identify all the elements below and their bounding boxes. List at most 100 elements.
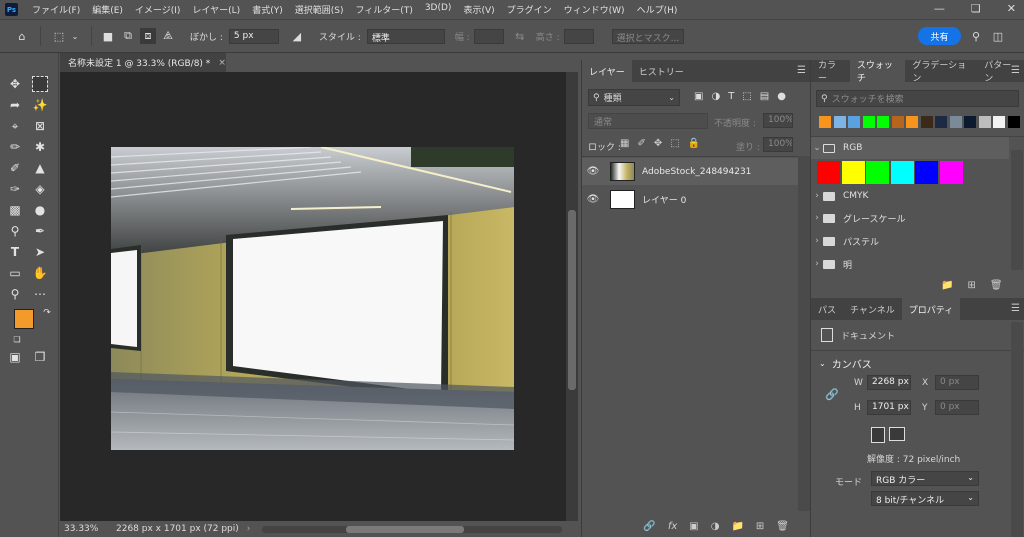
menu-item[interactable]: 書式(Y) [246,3,289,16]
canvas-image[interactable] [111,147,514,450]
more-tools-icon[interactable]: ⋯ [32,286,48,302]
swatch-group-light[interactable]: › 明 [811,253,1009,275]
visibility-eye-icon[interactable]: 👁 [582,194,604,205]
properties-scrollbar[interactable] [1011,322,1023,537]
new-selection-icon[interactable]: ■ [100,28,116,44]
new-group-icon[interactable]: 📁 [941,280,953,291]
swatch[interactable] [877,116,889,128]
blend-mode-select[interactable]: 通常 [588,113,708,129]
swatch-group-cmyk[interactable]: › CMYK [811,185,1009,207]
canvas-y-input[interactable]: 0 px [935,400,979,415]
minimize-icon[interactable]: — [934,2,945,15]
new-swatch-icon[interactable]: ⊞ [967,280,975,291]
group-icon[interactable]: 📁 [731,521,743,532]
canvas-x-input[interactable]: 0 px [935,375,979,390]
adjustment-layer-icon[interactable]: ◑ [711,521,720,532]
menu-item[interactable]: 選択範囲(S) [289,3,350,16]
close-tab-icon[interactable]: × [218,58,226,68]
pixel-filter-icon[interactable]: ▣ [694,91,703,102]
panel-menu-icon[interactable]: ☰ [797,65,806,76]
layer-row[interactable]: 👁 レイヤー 0 [582,186,798,213]
tab-color[interactable]: カラー [811,60,850,84]
default-colors-icon[interactable]: ❏ [9,331,25,347]
swatch[interactable] [817,161,840,184]
blur-icon[interactable]: ● [32,202,48,218]
menu-item[interactable]: 3D(D) [419,3,458,16]
link-dimensions-icon[interactable]: 🔗 [825,388,839,401]
move-icon[interactable]: ✥ [7,76,23,92]
brush-icon[interactable]: ✐ [7,160,23,176]
new-layer-icon[interactable]: ⊞ [756,521,764,532]
menu-item[interactable]: ウィンドウ(W) [558,3,631,16]
menu-item[interactable]: イメージ(I) [129,3,187,16]
swatch[interactable] [920,116,933,128]
filter-toggle-icon[interactable]: ● [777,91,786,102]
vertical-scrollbar-thumb[interactable] [568,210,576,390]
lock-move-icon[interactable]: ✥ [654,138,662,149]
swatch[interactable] [819,116,831,128]
hand-icon[interactable]: ✋ [32,265,48,281]
style-select[interactable]: 標準 [366,28,445,44]
swatch[interactable] [848,116,860,128]
swatch[interactable] [906,116,918,128]
panel-menu-icon[interactable]: ☰ [1011,303,1020,314]
screen-mode-icon[interactable]: ❐ [32,349,48,365]
swatch[interactable] [993,116,1005,128]
swatch[interactable] [939,161,963,184]
swatch[interactable] [1007,116,1020,128]
swatch[interactable] [866,161,889,184]
swatch-search-input[interactable]: ⚲ スウォッチを検索 [816,90,1019,107]
marquee-preset-icon[interactable]: ⬚ [51,28,67,44]
lock-artboard-icon[interactable]: ⬚ [670,138,679,149]
fx-icon[interactable]: fx [668,521,677,532]
rectangle-icon[interactable]: ▭ [7,265,23,281]
trash-icon[interactable]: 🗑 [990,280,1003,291]
subtract-selection-icon[interactable]: ⧈ [140,28,156,44]
swatch[interactable] [964,116,976,128]
add-mask-icon[interactable]: ▣ [689,521,698,532]
intersect-selection-icon[interactable]: ⧌ [160,28,176,44]
link-layers-icon[interactable]: 🔗 [643,521,655,532]
tab-properties[interactable]: プロパティ [901,298,961,320]
canvas-width-input[interactable]: 2268 px [867,375,911,390]
share-button[interactable]: 共有 [918,27,961,45]
zoom-icon[interactable]: ⚲ [7,286,23,302]
fill-input[interactable]: 100% [763,137,793,152]
lasso-icon[interactable]: ➦ [7,97,23,113]
lock-all-icon[interactable]: 🔒 [688,138,700,149]
width-input[interactable] [473,28,504,44]
select-and-mask-button[interactable]: 選択とマスク... [611,28,684,44]
swatch[interactable] [978,116,991,128]
swap-icon[interactable]: ⇆ [512,28,528,44]
swatch[interactable] [935,116,947,128]
menu-item[interactable]: プラグイン [501,3,558,16]
zoom-level[interactable]: 33.33% [64,524,110,534]
swatch[interactable] [862,116,875,128]
canvas-section-header[interactable]: ⌄ カンバス [819,356,872,371]
home-icon[interactable]: ⌂ [14,28,30,44]
menu-item[interactable]: 表示(V) [457,3,500,16]
swatch[interactable] [915,161,938,184]
restore-icon[interactable]: ❏ [971,2,981,15]
menu-item[interactable]: レイヤー(L) [186,3,246,16]
gradient-icon[interactable]: ▩ [7,202,23,218]
height-input[interactable] [563,28,594,44]
swatch[interactable] [890,161,914,184]
path-select-icon[interactable]: ➤ [32,244,48,260]
menu-item[interactable]: 編集(E) [86,3,129,16]
workspace-icon[interactable]: ◫ [990,28,1006,44]
type-filter-icon[interactable]: T [728,91,734,102]
pen-icon[interactable]: ✒ [32,223,48,239]
layers-scrollbar[interactable] [798,156,810,511]
shape-filter-icon[interactable]: ⬚ [742,91,751,102]
dodge-icon[interactable]: ⚲ [7,223,23,239]
canvas-height-input[interactable]: 1701 px [867,400,911,415]
layer-filter-select[interactable]: ⚲ 種類 ⌄ [588,89,680,106]
smart-object-filter-icon[interactable]: ▤ [760,91,769,102]
swatch[interactable] [833,116,846,128]
horizontal-scrollbar-thumb[interactable] [346,526,464,533]
layer-row[interactable]: 👁 AdobeStock_248494231 [582,158,798,185]
swatch[interactable] [841,161,865,184]
panel-menu-icon[interactable]: ☰ [1011,65,1020,76]
eyedropper-icon[interactable]: ✏ [7,139,23,155]
